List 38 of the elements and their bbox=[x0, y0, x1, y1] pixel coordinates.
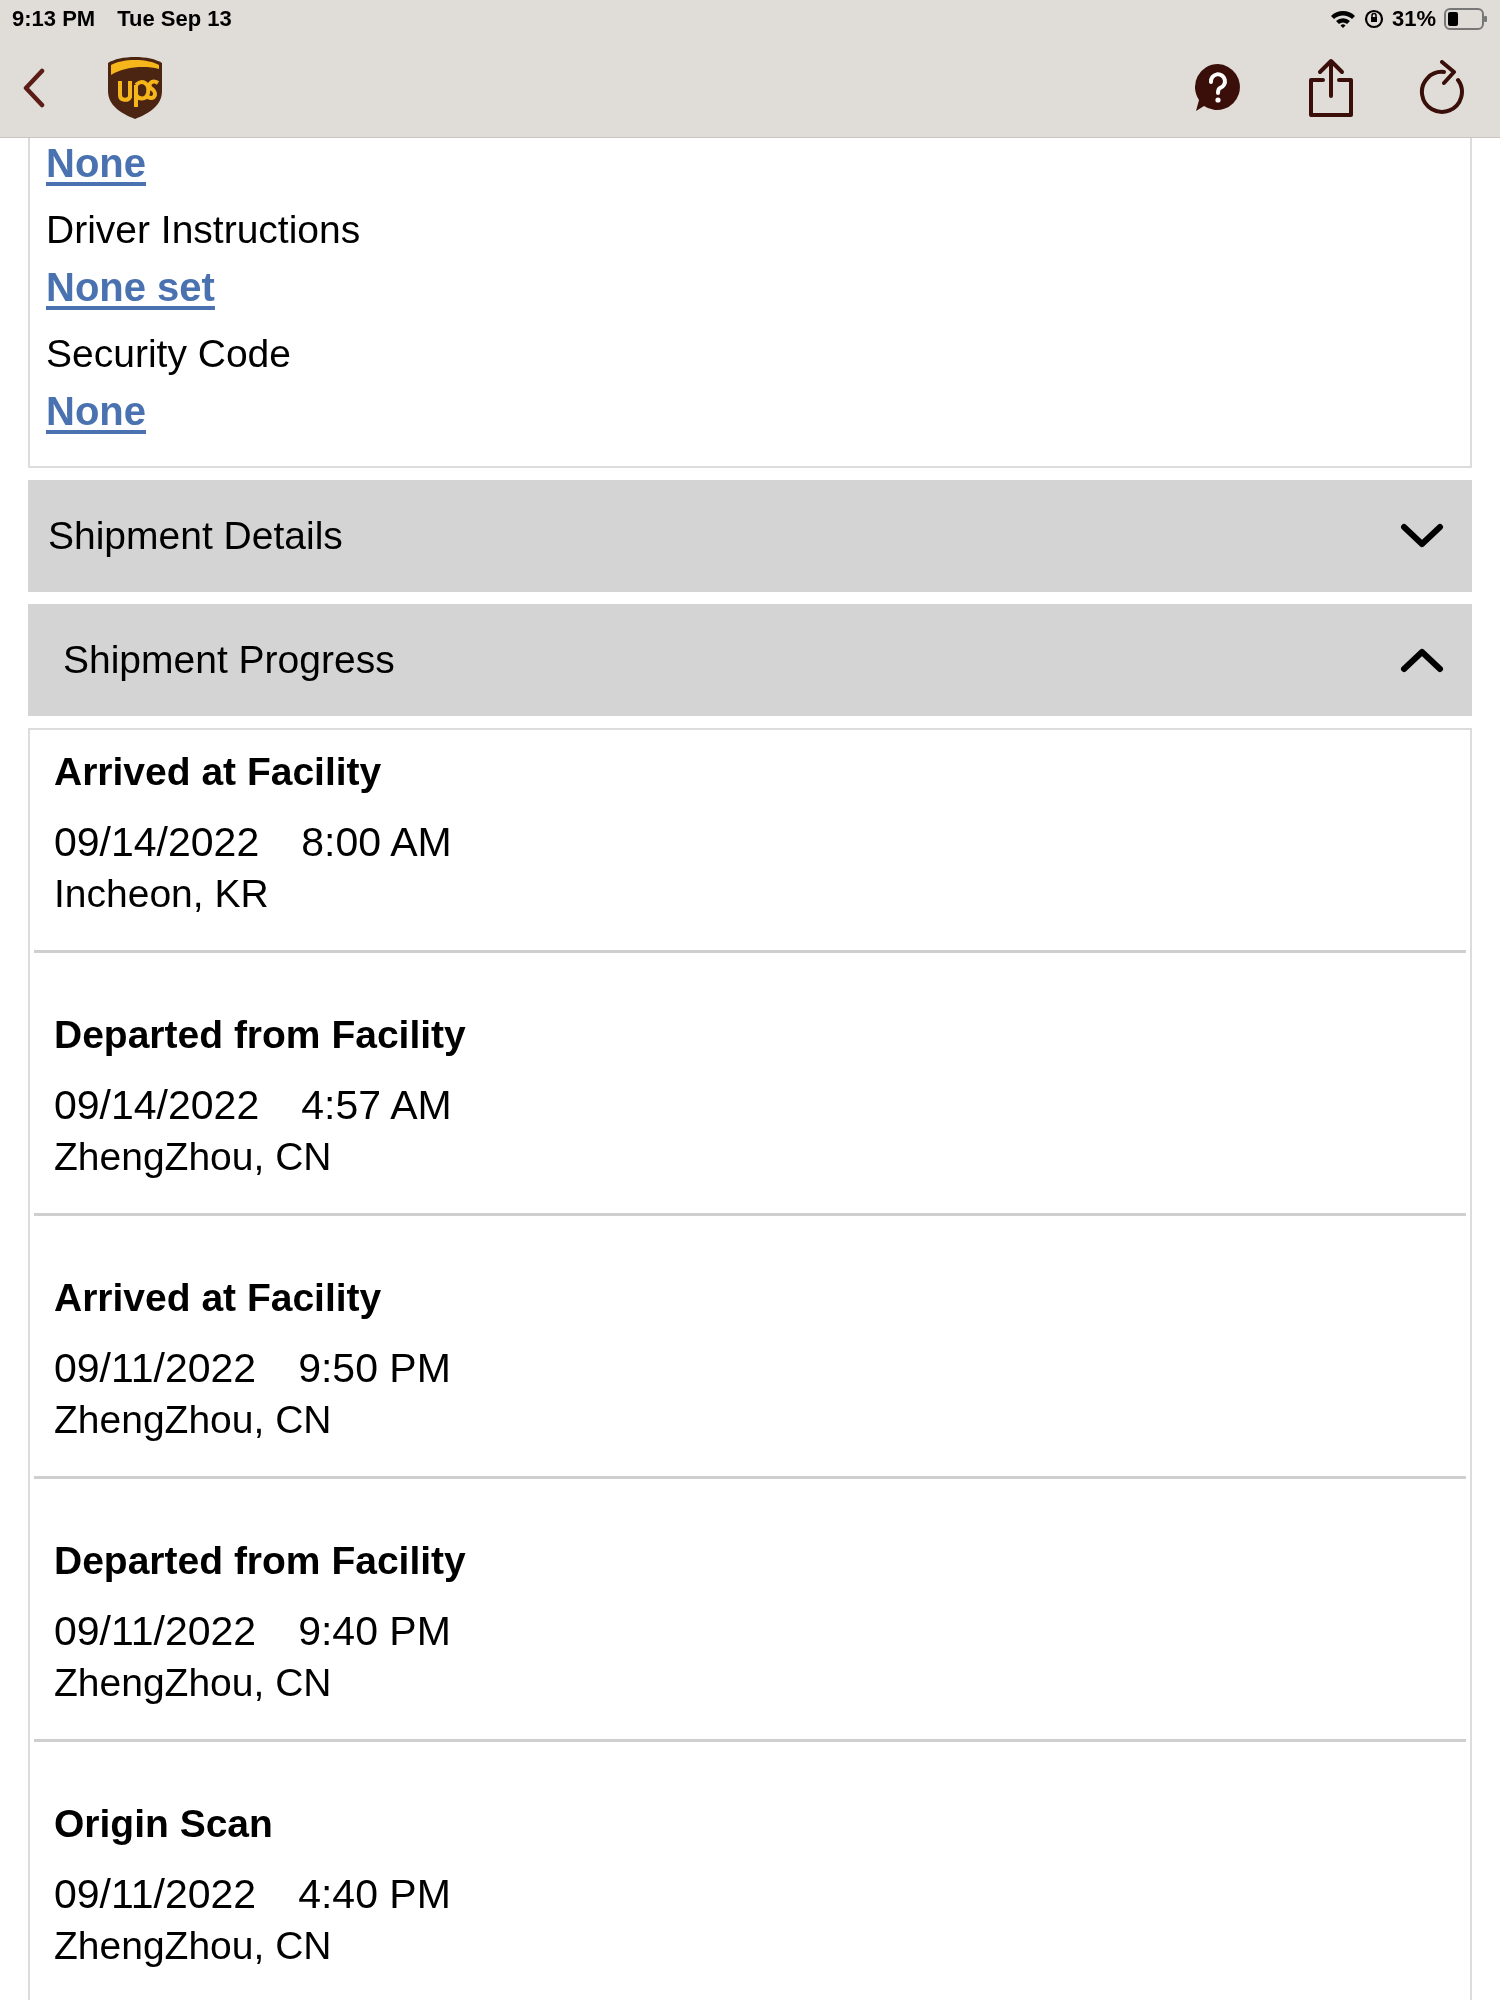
status-time: 9:13 PM bbox=[12, 6, 96, 32]
event-date: 09/11/2022 bbox=[54, 1607, 257, 1656]
event-time: 8:00 AM bbox=[301, 818, 452, 867]
field-label: Security Code bbox=[46, 331, 292, 377]
event-location: ZhengZhou, CN bbox=[54, 1923, 333, 1969]
status-date: Tue Sep 13 bbox=[117, 6, 232, 32]
value-link[interactable]: None set bbox=[46, 262, 215, 312]
section-header[interactable]: Shipment Details bbox=[28, 480, 1472, 592]
event-location: ZhengZhou, CN bbox=[54, 1397, 333, 1443]
chevron-down-icon bbox=[1400, 523, 1444, 549]
back-button[interactable] bbox=[22, 67, 46, 108]
field-label: Driver Instructions bbox=[46, 207, 362, 253]
event-location: ZhengZhou, CN bbox=[54, 1134, 333, 1180]
shield-logo bbox=[106, 54, 164, 121]
section-header[interactable]: Shipment Progress bbox=[28, 604, 1472, 716]
event-date: 09/11/2022 bbox=[54, 1870, 257, 1919]
event-time: 4:57 AM bbox=[301, 1081, 452, 1130]
value-link[interactable]: None bbox=[46, 386, 146, 436]
event-location: Incheon, KR bbox=[54, 871, 270, 917]
event-time: 4:40 PM bbox=[298, 1870, 451, 1919]
event-status: Arrived at Facility bbox=[54, 1275, 383, 1321]
rotation-lock-icon bbox=[1363, 9, 1384, 29]
event-time: 9:50 PM bbox=[298, 1344, 451, 1393]
event-date: 09/14/2022 bbox=[54, 1081, 260, 1130]
event-status: Departed from Facility bbox=[54, 1012, 467, 1058]
wifi-icon bbox=[1329, 9, 1356, 29]
chevron-up-icon bbox=[1400, 647, 1444, 673]
event-status: Departed from Facility bbox=[54, 1538, 467, 1584]
battery-icon bbox=[1444, 8, 1488, 30]
event-status: Origin Scan bbox=[54, 1801, 274, 1847]
value-link[interactable]: None bbox=[46, 138, 146, 188]
event-location: ZhengZhou, CN bbox=[54, 1660, 333, 1706]
event-date: 09/14/2022 bbox=[54, 818, 260, 867]
event-date: 09/11/2022 bbox=[54, 1344, 257, 1393]
battery-percent: 31% bbox=[1391, 6, 1436, 32]
event-time: 9:40 PM bbox=[298, 1607, 451, 1656]
share-button[interactable] bbox=[1306, 57, 1356, 118]
event-status: Arrived at Facility bbox=[54, 749, 383, 795]
